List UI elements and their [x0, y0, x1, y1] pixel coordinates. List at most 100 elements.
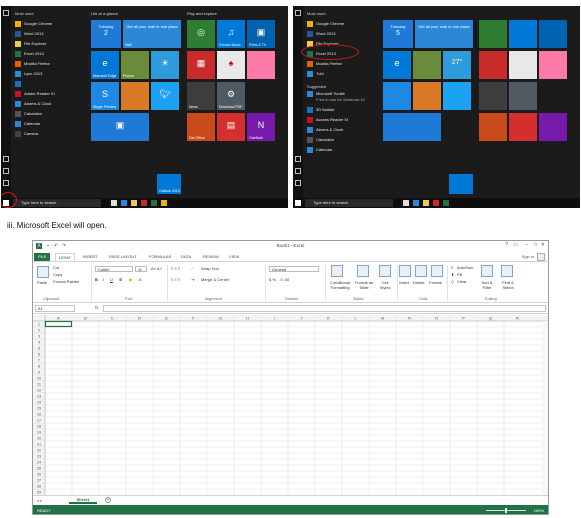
get-office-tile[interactable]: [509, 113, 537, 141]
tab-data[interactable]: DATA: [181, 253, 191, 261]
xbox-tile[interactable]: [479, 20, 507, 48]
tab-formulas[interactable]: FORMULAS: [149, 253, 171, 261]
column-header[interactable]: E: [165, 316, 168, 321]
add-sheet-icon[interactable]: +: [105, 497, 111, 503]
app-list-item[interactable]: Calculator: [307, 136, 375, 143]
font-color-icon[interactable]: A: [139, 277, 142, 282]
power-icon[interactable]: [295, 180, 301, 186]
format-as-table-icon[interactable]: [357, 265, 369, 277]
app-list-item[interactable]: Word 2013: [307, 30, 375, 37]
photos-tile[interactable]: Photos: [121, 51, 149, 79]
groove-tile[interactable]: [509, 20, 537, 48]
row-header[interactable]: 18: [37, 425, 41, 429]
column-header[interactable]: Q: [489, 316, 492, 321]
sheet-tab[interactable]: Sheet1: [69, 496, 97, 504]
merge-center-button[interactable]: Merge & Center: [201, 277, 229, 282]
app-list-item[interactable]: Mozilla Firefox: [15, 60, 83, 67]
column-header[interactable]: O: [435, 316, 438, 321]
name-box[interactable]: A1: [35, 305, 75, 312]
tab-file[interactable]: FILE: [34, 253, 51, 261]
sign-in-link[interactable]: Sign in: [522, 254, 534, 259]
paste-button[interactable]: Paste: [37, 280, 47, 285]
clear-button[interactable]: Clear: [457, 279, 467, 284]
row-header[interactable]: 24: [37, 461, 41, 465]
number-format-select[interactable]: General: [269, 266, 319, 272]
power-icon[interactable]: [3, 180, 9, 186]
explorer-taskbar-icon[interactable]: [131, 200, 137, 206]
insert-cells-icon[interactable]: [399, 265, 411, 277]
excel-taskbar-icon[interactable]: [443, 200, 449, 206]
row-header[interactable]: 28: [37, 485, 41, 489]
row-header[interactable]: 5: [38, 347, 40, 351]
tab-insert[interactable]: INSERT: [83, 253, 98, 261]
row-header[interactable]: 7: [38, 359, 40, 363]
game-tile[interactable]: [539, 51, 567, 79]
gear-icon[interactable]: [295, 168, 301, 174]
explorer-taskbar-icon[interactable]: [423, 200, 429, 206]
align-left-icons[interactable]: ≡ ≡ ≡: [171, 277, 180, 282]
clear-icon[interactable]: ◇: [451, 279, 454, 284]
edge-taskbar-icon[interactable]: [121, 200, 127, 206]
office-tile[interactable]: Get Office: [187, 113, 215, 141]
app-list-item[interactable]: Mozilla Firefox: [307, 60, 375, 67]
delete-cells-icon[interactable]: [415, 265, 427, 277]
app-list-item[interactable]: Calculator: [15, 110, 83, 117]
column-header[interactable]: P: [462, 316, 465, 321]
outlook-tile[interactable]: ▣: [91, 113, 149, 141]
align-top-icons[interactable]: ≡ ≡ ≡: [171, 266, 180, 271]
insert-cells-button[interactable]: Insert: [399, 280, 409, 285]
column-header[interactable]: G: [219, 316, 222, 321]
row-header[interactable]: 14: [37, 401, 41, 405]
format-painter-button[interactable]: Format Painter: [53, 279, 79, 284]
minimize-icon[interactable]: –: [525, 242, 528, 248]
row-header[interactable]: 11: [37, 383, 41, 387]
row-header[interactable]: 22: [37, 449, 41, 453]
user-icon[interactable]: [3, 156, 9, 162]
autosum-button[interactable]: AutoSum: [457, 265, 473, 270]
row-header[interactable]: 12: [37, 389, 41, 393]
hamburger-icon[interactable]: [3, 10, 9, 16]
app-list-item[interactable]: 3D Builder: [307, 106, 375, 113]
excel-taskbar-icon[interactable]: [151, 200, 157, 206]
news-tile[interactable]: News: [187, 82, 215, 110]
edge-taskbar-icon[interactable]: [413, 200, 419, 206]
column-header[interactable]: M: [381, 316, 384, 321]
maximize-icon[interactable]: □: [534, 242, 537, 248]
app-list-item[interactable]: Google Chrome: [307, 20, 375, 27]
tab-home[interactable]: HOME: [55, 253, 75, 261]
mail-tile[interactable]: Get all your mail in one place Mail: [123, 20, 181, 48]
wrap-text-button[interactable]: Wrap Text: [201, 266, 219, 271]
row-header[interactable]: 3: [38, 335, 40, 339]
app-list-item[interactable]: Word 2013: [15, 30, 83, 37]
windows-start-icon[interactable]: [295, 200, 301, 206]
ribbon-display-icon[interactable]: ▭: [513, 242, 518, 248]
outlook-small-tile[interactable]: Outlook 2013: [157, 174, 181, 194]
calendar-tile[interactable]: Tuesday 2: [91, 20, 121, 48]
edge-tile[interactable]: e: [383, 51, 411, 79]
italic-icon[interactable]: I: [103, 277, 104, 282]
gear-icon[interactable]: [3, 168, 9, 174]
films-tile[interactable]: [539, 20, 567, 48]
weather-tile[interactable]: 27°: [443, 51, 471, 79]
fill-icon[interactable]: ⬇: [451, 272, 454, 277]
underline-icon[interactable]: U: [110, 277, 113, 282]
autosum-icon[interactable]: Σ: [451, 265, 453, 270]
calendar-tile[interactable]: Tuesday 5: [383, 20, 413, 48]
game-tile[interactable]: [247, 51, 275, 79]
hamburger-icon[interactable]: [295, 10, 301, 16]
search-box[interactable]: Type here to search: [305, 199, 393, 207]
column-header[interactable]: A: [57, 316, 60, 321]
mail-tile[interactable]: Get all your mail in one place: [415, 20, 473, 48]
twitter-tile[interactable]: 🐦︎: [151, 82, 179, 110]
sheet-nav-icons[interactable]: ◂ ▸: [37, 498, 42, 503]
copy-button[interactable]: Copy: [53, 272, 62, 277]
pencil-tile[interactable]: [413, 82, 441, 110]
help-icon[interactable]: ?: [505, 242, 508, 248]
avatar[interactable]: [537, 253, 545, 261]
grow-font-icon[interactable]: A˄ A˅: [151, 266, 162, 271]
font-name-select[interactable]: Calibri: [95, 266, 133, 272]
app-list-item[interactable]: Adobe Reader XI: [15, 90, 83, 97]
column-header[interactable]: N: [408, 316, 411, 321]
app-list-item[interactable]: Calendar: [15, 120, 83, 127]
row-header[interactable]: 4: [38, 341, 40, 345]
